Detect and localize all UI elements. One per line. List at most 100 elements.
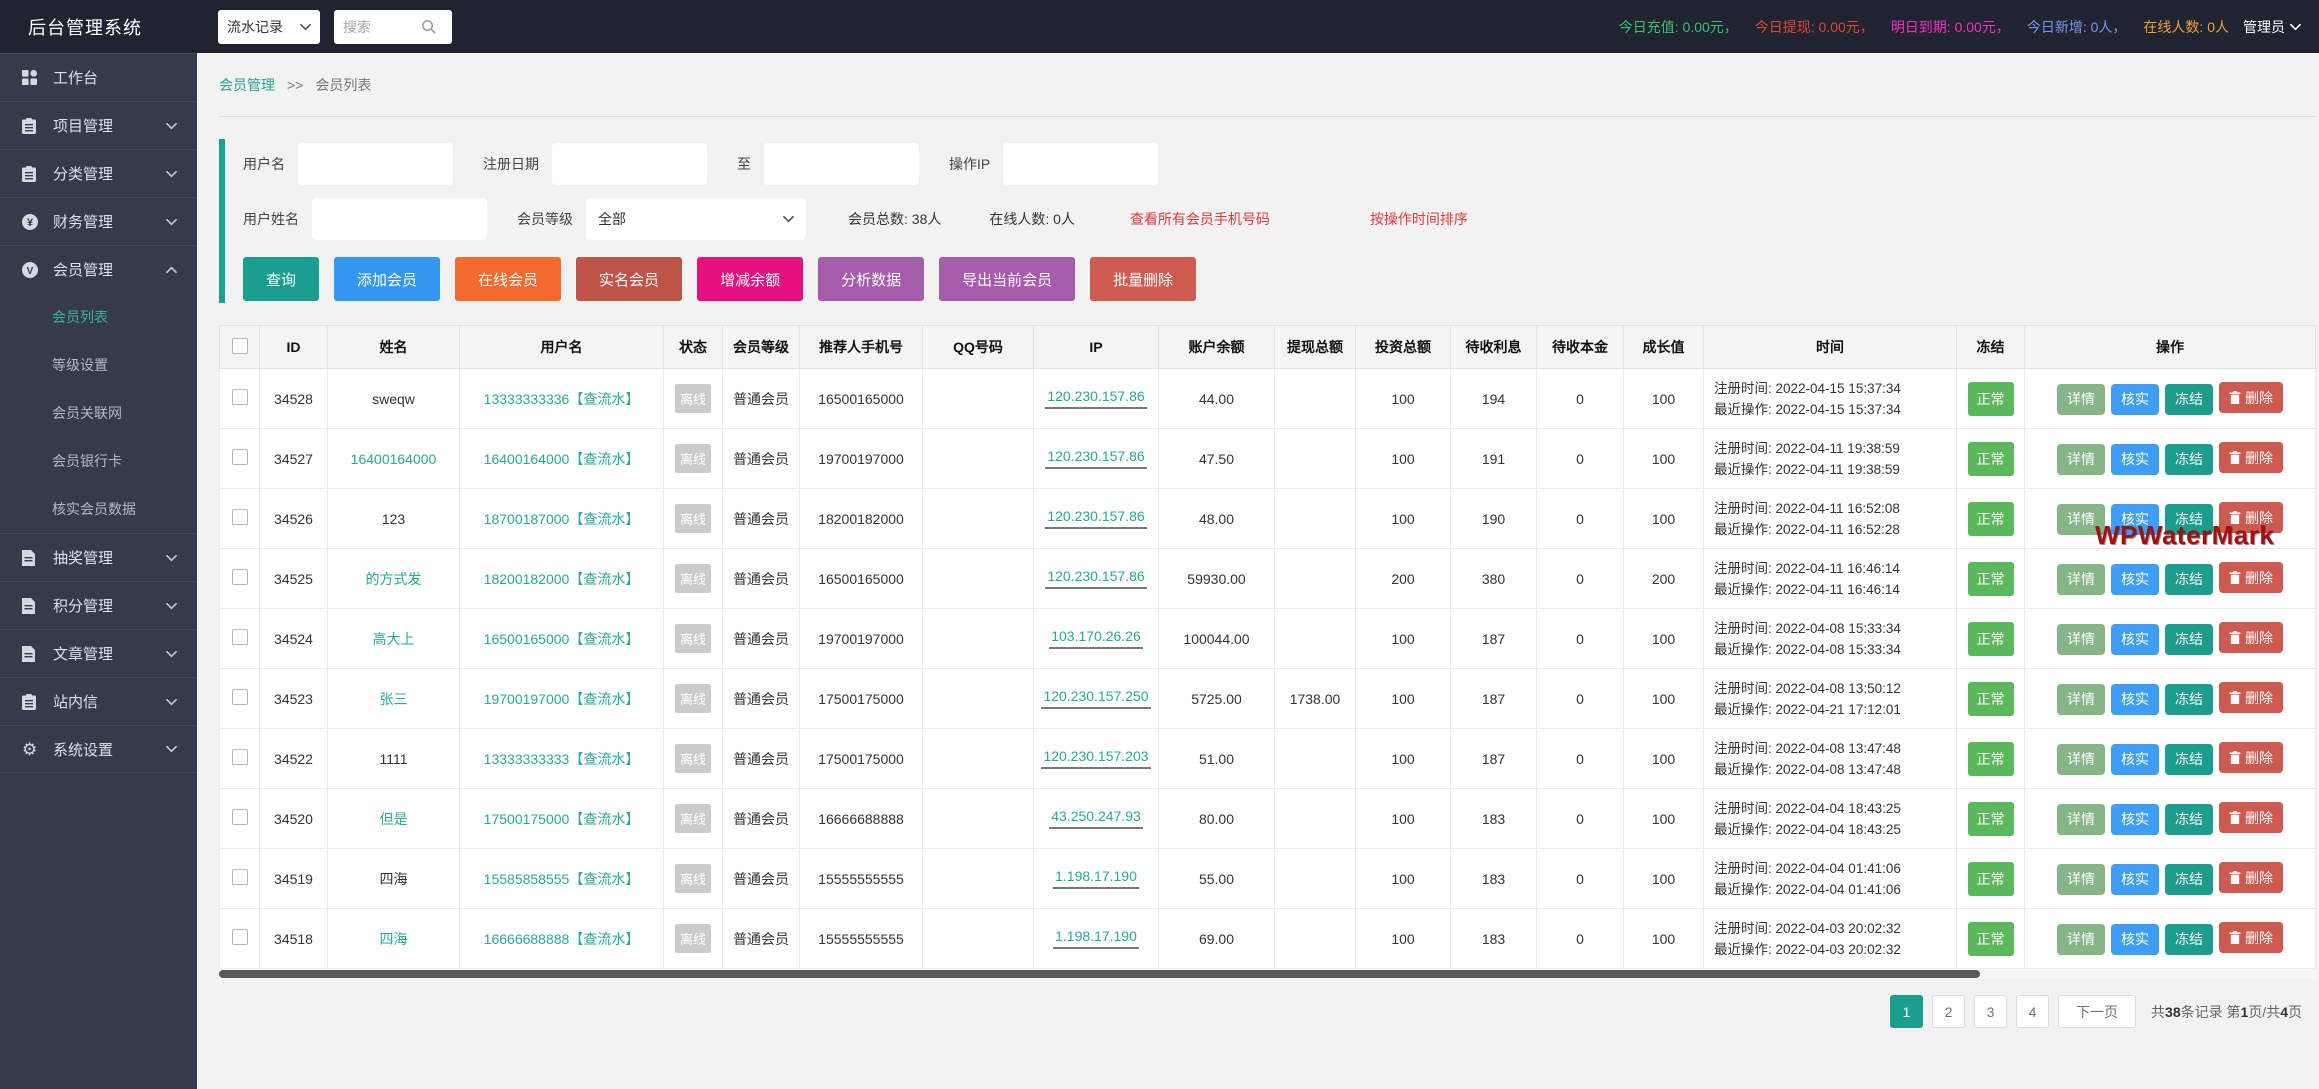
- row-freeze-button[interactable]: 冻结: [2165, 804, 2213, 835]
- horizontal-scrollbar[interactable]: [219, 969, 2316, 979]
- row-checkbox[interactable]: [232, 389, 248, 405]
- module-select[interactable]: 流水记录: [218, 10, 320, 44]
- sidebar-item-14[interactable]: ⚙系统设置: [0, 725, 197, 773]
- level-select[interactable]: 全部: [586, 198, 806, 240]
- ip-link[interactable]: 43.250.247.93: [1049, 808, 1143, 829]
- row-delete-button[interactable]: 删除: [2219, 562, 2283, 593]
- page-button-1[interactable]: 1: [1890, 995, 1923, 1028]
- username-flow-link[interactable]: 13333333333【查流水】: [484, 751, 640, 767]
- username-flow-link[interactable]: 16500165000【查流水】: [484, 631, 640, 647]
- sidebar-item-1[interactable]: 项目管理: [0, 101, 197, 149]
- row-detail-button[interactable]: 详情: [2057, 624, 2105, 655]
- username-flow-link[interactable]: 16666688888【查流水】: [484, 931, 640, 947]
- row-checkbox[interactable]: [232, 449, 248, 465]
- row-delete-button[interactable]: 删除: [2219, 922, 2283, 953]
- username-flow-link[interactable]: 17500175000【查流水】: [484, 811, 640, 827]
- ip-link[interactable]: 120.230.157.203: [1041, 748, 1150, 769]
- row-detail-button[interactable]: 详情: [2057, 744, 2105, 775]
- online-members-button[interactable]: 在线会员: [455, 257, 561, 301]
- row-verify-button[interactable]: 核实: [2111, 744, 2159, 775]
- row-verify-button[interactable]: 核实: [2111, 624, 2159, 655]
- row-detail-button[interactable]: 详情: [2057, 564, 2105, 595]
- sidebar-item-10[interactable]: 抽奖管理: [0, 533, 197, 581]
- row-delete-button[interactable]: 删除: [2219, 682, 2283, 713]
- row-freeze-button[interactable]: 冻结: [2165, 384, 2213, 415]
- regdate-end-input[interactable]: [764, 143, 919, 185]
- ip-link[interactable]: 120.230.157.86: [1045, 388, 1146, 409]
- freeze-status-badge[interactable]: 正常: [1968, 742, 2014, 776]
- freeze-status-badge[interactable]: 正常: [1968, 862, 2014, 896]
- operate-ip-input[interactable]: [1003, 143, 1158, 185]
- batch-delete-button[interactable]: 批量删除: [1090, 257, 1196, 301]
- ip-link[interactable]: 120.230.157.86: [1045, 508, 1146, 529]
- row-delete-button[interactable]: 删除: [2219, 442, 2283, 473]
- row-freeze-button[interactable]: 冻结: [2165, 624, 2213, 655]
- freeze-status-badge[interactable]: 正常: [1968, 442, 2014, 476]
- sort-by-operate-time-link[interactable]: 按操作时间排序: [1370, 209, 1468, 229]
- row-checkbox[interactable]: [232, 809, 248, 825]
- sidebar-item-3[interactable]: ¥财务管理: [0, 197, 197, 245]
- row-detail-button[interactable]: 详情: [2057, 864, 2105, 895]
- row-freeze-button[interactable]: 冻结: [2165, 444, 2213, 475]
- row-freeze-button[interactable]: 冻结: [2165, 924, 2213, 955]
- row-detail-button[interactable]: 详情: [2057, 924, 2105, 955]
- row-freeze-button[interactable]: 冻结: [2165, 744, 2213, 775]
- row-detail-button[interactable]: 详情: [2057, 444, 2105, 475]
- row-checkbox[interactable]: [232, 569, 248, 585]
- sidebar-subitem-5[interactable]: 会员列表: [0, 293, 197, 341]
- member-name-link[interactable]: 高大上: [373, 631, 415, 647]
- member-name-link[interactable]: 张三: [380, 691, 408, 707]
- sidebar-subitem-8[interactable]: 会员银行卡: [0, 437, 197, 485]
- admin-menu[interactable]: 管理员: [2243, 17, 2301, 37]
- member-name-link[interactable]: 16400164000: [351, 451, 437, 467]
- sidebar-item-0[interactable]: 工作台: [0, 53, 197, 101]
- realname-input[interactable]: [312, 198, 487, 240]
- sidebar-item-11[interactable]: 积分管理: [0, 581, 197, 629]
- row-verify-button[interactable]: 核实: [2111, 384, 2159, 415]
- row-delete-button[interactable]: 删除: [2219, 862, 2283, 893]
- select-all-checkbox[interactable]: [232, 338, 248, 354]
- breadcrumb-section[interactable]: 会员管理: [219, 75, 275, 95]
- freeze-status-badge[interactable]: 正常: [1968, 682, 2014, 716]
- page-button-4[interactable]: 4: [2016, 995, 2049, 1028]
- row-verify-button[interactable]: 核实: [2111, 804, 2159, 835]
- freeze-status-badge[interactable]: 正常: [1968, 622, 2014, 656]
- row-freeze-button[interactable]: 冻结: [2165, 864, 2213, 895]
- row-detail-button[interactable]: 详情: [2057, 384, 2105, 415]
- sidebar-subitem-9[interactable]: 核实会员数据: [0, 485, 197, 533]
- page-button-3[interactable]: 3: [1974, 995, 2007, 1028]
- username-flow-link[interactable]: 18200182000【查流水】: [484, 571, 640, 587]
- row-verify-button[interactable]: 核实: [2111, 564, 2159, 595]
- username-input[interactable]: [298, 143, 453, 185]
- sidebar-subitem-6[interactable]: 等级设置: [0, 341, 197, 389]
- realname-members-button[interactable]: 实名会员: [576, 257, 682, 301]
- member-name-link[interactable]: 的方式发: [366, 571, 422, 587]
- ip-link[interactable]: 103.170.26.26: [1049, 628, 1143, 649]
- analyze-data-button[interactable]: 分析数据: [818, 257, 924, 301]
- row-detail-button[interactable]: 详情: [2057, 684, 2105, 715]
- scrollbar-thumb[interactable]: [219, 970, 1980, 978]
- row-checkbox[interactable]: [232, 629, 248, 645]
- add-member-button[interactable]: 添加会员: [334, 257, 440, 301]
- ip-link[interactable]: 1.198.17.190: [1053, 868, 1139, 889]
- freeze-status-badge[interactable]: 正常: [1968, 502, 2014, 536]
- sidebar-item-13[interactable]: 站内信: [0, 677, 197, 725]
- username-flow-link[interactable]: 16400164000【查流水】: [484, 451, 640, 467]
- view-all-phones-link[interactable]: 查看所有会员手机号码: [1130, 209, 1270, 229]
- username-flow-link[interactable]: 13333333336【查流水】: [484, 391, 640, 407]
- search-box[interactable]: [334, 10, 452, 44]
- freeze-status-badge[interactable]: 正常: [1968, 802, 2014, 836]
- row-verify-button[interactable]: 核实: [2111, 684, 2159, 715]
- search-input[interactable]: [343, 19, 421, 35]
- row-detail-button[interactable]: 详情: [2057, 804, 2105, 835]
- adjust-balance-button[interactable]: 增减余额: [697, 257, 803, 301]
- row-checkbox[interactable]: [232, 869, 248, 885]
- row-delete-button[interactable]: 删除: [2219, 382, 2283, 413]
- row-delete-button[interactable]: 删除: [2219, 742, 2283, 773]
- sidebar-item-4[interactable]: V会员管理: [0, 245, 197, 293]
- row-delete-button[interactable]: 删除: [2219, 802, 2283, 833]
- regdate-start-input[interactable]: [552, 143, 707, 185]
- page-button-2[interactable]: 2: [1932, 995, 1965, 1028]
- username-flow-link[interactable]: 19700197000【查流水】: [484, 691, 640, 707]
- row-verify-button[interactable]: 核实: [2111, 444, 2159, 475]
